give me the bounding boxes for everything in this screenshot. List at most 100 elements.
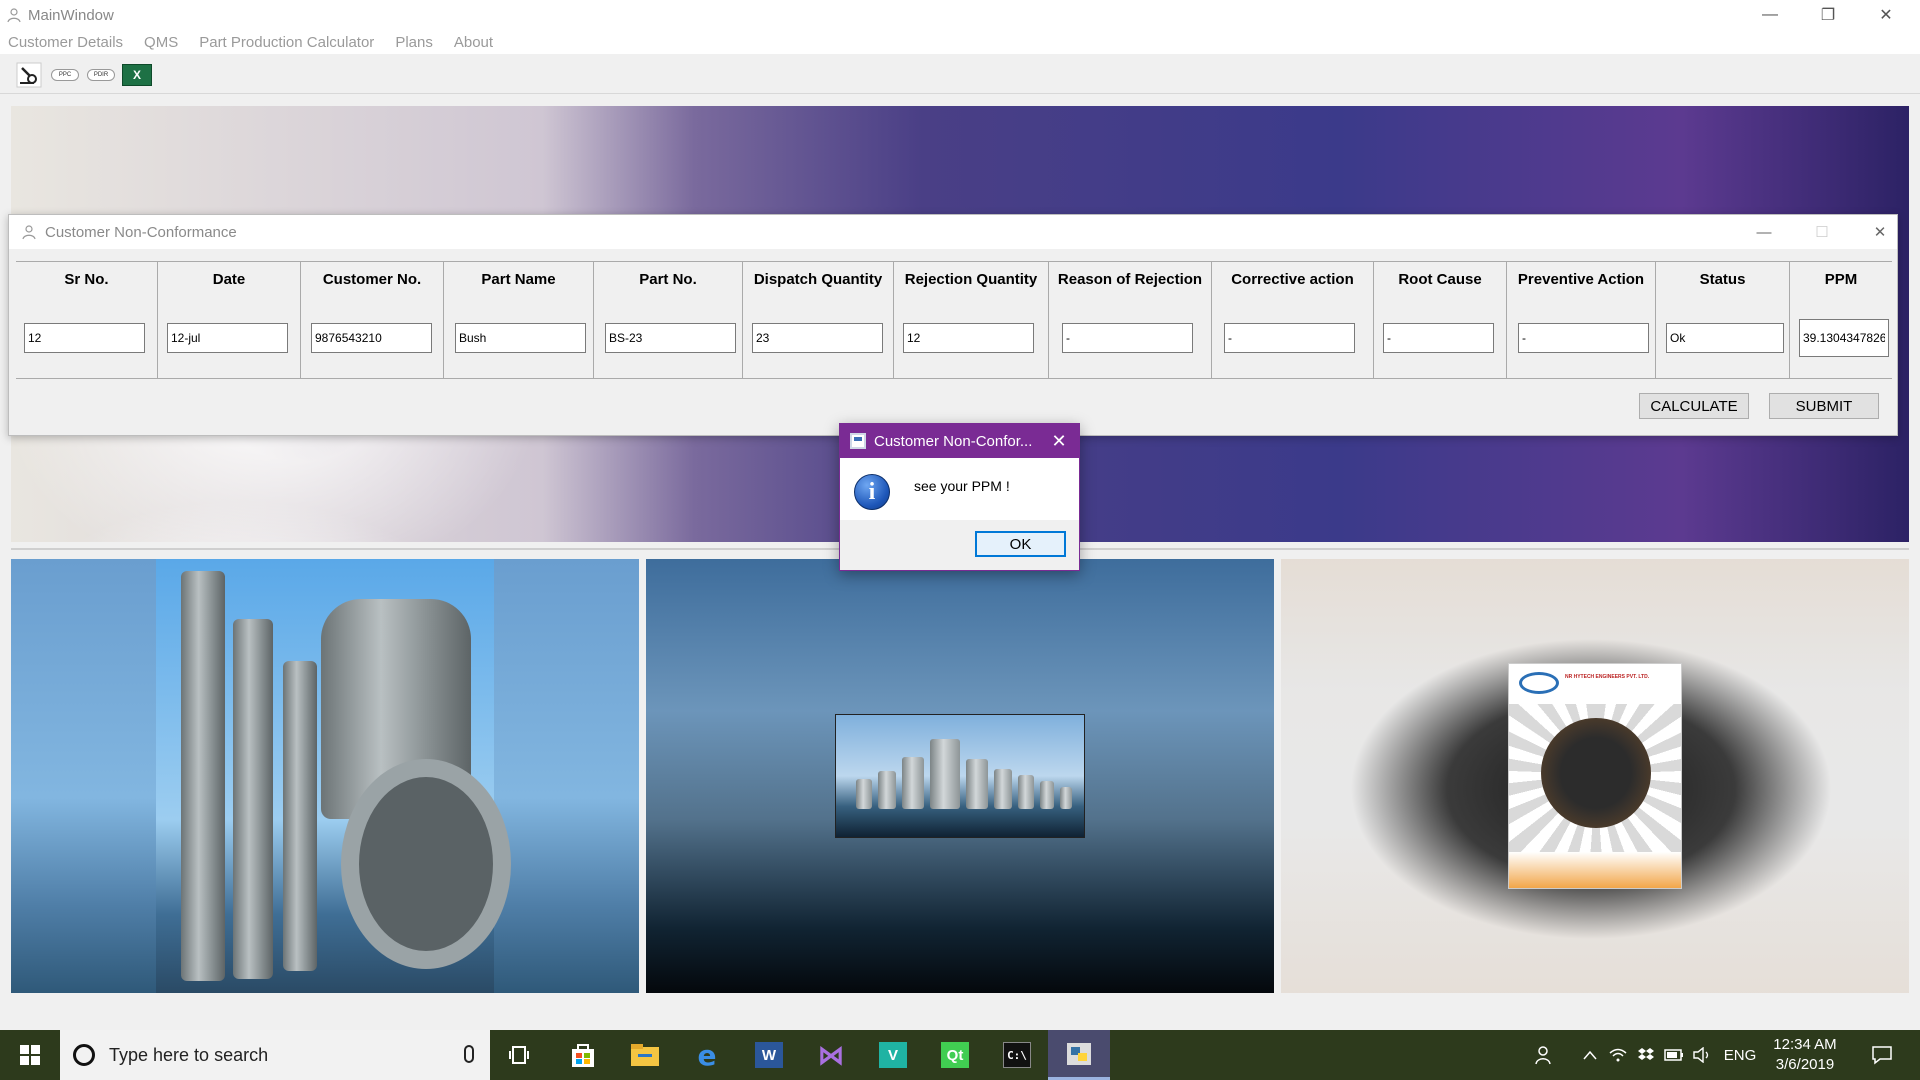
- part-no-input[interactable]: [605, 323, 736, 353]
- col-corrective-action: Corrective action: [1211, 262, 1373, 379]
- show-hidden-icons-button[interactable]: [1578, 1030, 1602, 1080]
- ppm-input[interactable]: [1799, 319, 1889, 357]
- restore-icon: ❐: [1820, 7, 1836, 24]
- header-sr-no: Sr No.: [64, 270, 109, 288]
- wrench-icon: [16, 62, 42, 87]
- toolbar: PPC PDIR X: [0, 56, 1920, 94]
- taskbar-search-box[interactable]: Type here to search: [60, 1030, 490, 1080]
- message-box-dialog: Customer Non-Confor... ✕ i see your PPM …: [839, 423, 1080, 571]
- nc-window-title: Customer Non-Conformance: [45, 223, 237, 241]
- header-preventive-action: Preventive Action: [1517, 270, 1645, 288]
- menu-customer-details[interactable]: Customer Details: [0, 34, 136, 51]
- close-icon: ✕: [1873, 224, 1887, 241]
- edge-icon: e: [697, 1038, 717, 1072]
- ppc-badge: PPC: [51, 68, 79, 81]
- input-language[interactable]: ENG: [1722, 1030, 1758, 1080]
- excel-tool-button[interactable]: X: [122, 60, 152, 90]
- rejection-quantity-input[interactable]: [903, 323, 1034, 353]
- component-image: [878, 771, 896, 809]
- date-input[interactable]: [167, 323, 288, 353]
- brochure-footer: [1509, 852, 1681, 888]
- file-explorer-button[interactable]: [614, 1030, 676, 1080]
- visual-studio-button[interactable]: ⋈: [800, 1030, 862, 1080]
- header-corrective-action: Corrective action: [1231, 270, 1354, 288]
- network-button[interactable]: [1606, 1030, 1630, 1080]
- status-input[interactable]: [1666, 323, 1784, 353]
- task-view-icon: [509, 1046, 529, 1064]
- taskbar: Type here to search e W ⋈ V Qt C:\ ENG 1…: [0, 1030, 1920, 1080]
- calculate-button[interactable]: CALCULATE: [1639, 393, 1749, 419]
- clock-date: 3/6/2019: [1775, 1056, 1835, 1073]
- corrective-action-input[interactable]: [1224, 323, 1355, 353]
- component-image: [1040, 781, 1054, 809]
- header-part-no: Part No.: [639, 270, 697, 288]
- message-text: see your PPM !: [914, 478, 1010, 494]
- nc-form-grid: Sr No. Date Customer No. Part Name Part …: [16, 261, 1892, 379]
- col-reason-of-rejection: Reason of Rejection: [1048, 262, 1211, 379]
- start-button[interactable]: [0, 1030, 60, 1080]
- customer-non-conformance-window: Customer Non-Conformance — ☐ ✕ Sr No. Da…: [8, 214, 1898, 436]
- sr-no-input[interactable]: [24, 323, 145, 353]
- action-center-button[interactable]: [1864, 1030, 1900, 1080]
- component-image: [930, 739, 960, 809]
- volume-button[interactable]: [1690, 1030, 1714, 1080]
- menu-about[interactable]: About: [446, 34, 506, 51]
- col-preventive-action: Preventive Action: [1506, 262, 1655, 379]
- close-button[interactable]: ✕: [1857, 0, 1915, 30]
- app-button[interactable]: V: [862, 1030, 924, 1080]
- clock[interactable]: 12:34 AM 3/6/2019: [1760, 1035, 1850, 1075]
- menu-plans[interactable]: Plans: [387, 34, 446, 51]
- col-sr-no: Sr No.: [16, 262, 157, 379]
- word-button[interactable]: W: [738, 1030, 800, 1080]
- preventive-action-input[interactable]: [1518, 323, 1649, 353]
- nc-minimize-button[interactable]: —: [1735, 215, 1793, 249]
- store-button[interactable]: [552, 1030, 614, 1080]
- ok-button[interactable]: OK: [975, 531, 1066, 557]
- part-name-input[interactable]: [455, 323, 586, 353]
- minimize-button[interactable]: —: [1741, 0, 1799, 30]
- menu-bar: Customer Details QMS Part Production Cal…: [0, 30, 1920, 54]
- people-button[interactable]: [1530, 1030, 1560, 1080]
- microphone-icon[interactable]: [464, 1045, 474, 1063]
- battery-button[interactable]: [1662, 1030, 1686, 1080]
- qt-creator-button[interactable]: Qt: [924, 1030, 986, 1080]
- pin-image: [233, 619, 273, 979]
- nc-maximize-button[interactable]: ☐: [1793, 215, 1851, 249]
- pdir-tool-button[interactable]: PDIR: [86, 60, 116, 90]
- header-root-cause: Root Cause: [1398, 270, 1482, 288]
- wifi-icon: [1609, 1048, 1627, 1062]
- header-reason-of-rejection: Reason of Rejection: [1057, 270, 1203, 288]
- submit-button[interactable]: SUBMIT: [1769, 393, 1879, 419]
- component-image: [1060, 787, 1072, 809]
- col-ppm: PPM: [1789, 262, 1892, 379]
- dispatch-quantity-input[interactable]: [752, 323, 883, 353]
- restore-button[interactable]: ❐: [1799, 0, 1857, 30]
- qt-creator-icon: Qt: [941, 1042, 969, 1068]
- python-app-button[interactable]: [1048, 1030, 1110, 1080]
- ppc-tool-button[interactable]: PPC: [50, 60, 80, 90]
- customer-no-input[interactable]: [311, 323, 432, 353]
- edge-button[interactable]: e: [676, 1030, 738, 1080]
- window-icon: [850, 433, 866, 449]
- wrench-tool-button[interactable]: [14, 60, 44, 90]
- dropbox-button[interactable]: [1634, 1030, 1658, 1080]
- reason-of-rejection-input[interactable]: [1062, 323, 1193, 353]
- message-box-footer: OK: [840, 520, 1079, 570]
- nc-close-button[interactable]: ✕: [1851, 215, 1909, 249]
- root-cause-input[interactable]: [1383, 323, 1494, 353]
- header-dispatch-quantity: Dispatch Quantity: [753, 270, 883, 288]
- task-view-button[interactable]: [490, 1030, 552, 1080]
- component-image: [856, 779, 872, 809]
- menu-qms[interactable]: QMS: [136, 34, 191, 51]
- message-box-close-button[interactable]: ✕: [1039, 424, 1079, 458]
- terminal-button[interactable]: C:\: [986, 1030, 1048, 1080]
- component-image: [994, 769, 1012, 809]
- product-image-shafts: [11, 559, 639, 993]
- close-icon: ✕: [1051, 430, 1067, 451]
- store-icon: [572, 1044, 594, 1067]
- file-explorer-icon: [631, 1044, 659, 1066]
- word-icon: W: [755, 1042, 783, 1068]
- windows-icon: [20, 1045, 40, 1065]
- component-image: [1018, 775, 1034, 809]
- menu-part-production-calculator[interactable]: Part Production Calculator: [191, 34, 387, 51]
